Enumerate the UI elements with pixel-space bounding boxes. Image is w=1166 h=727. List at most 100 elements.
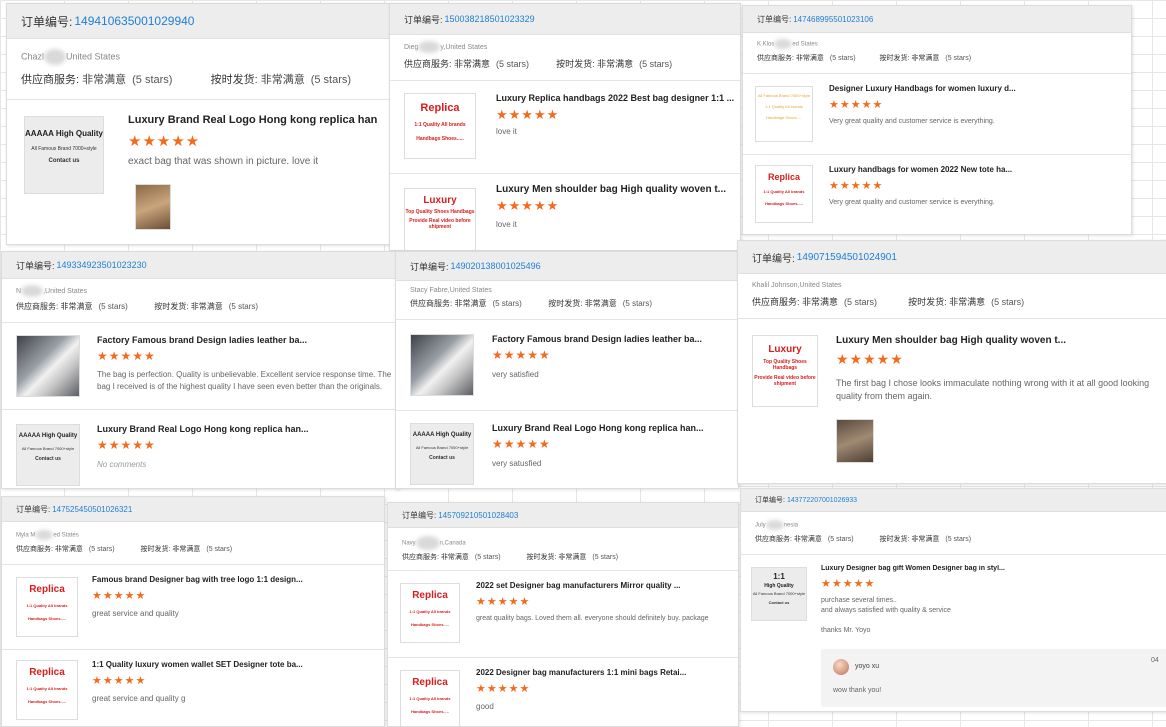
product-title-link[interactable]: 2022 Designer bag manufacturers 1:1 mini… xyxy=(476,668,696,677)
ratings-row: 供应商服务: 非常满意 (5 stars) 按时发货: 非常满意 (5 stars) xyxy=(410,299,653,308)
customer-name: July nesia xyxy=(741,520,1166,530)
product-title-link[interactable]: Luxury Brand Real Logo Hong kong replica… xyxy=(97,424,317,434)
customer-name: Dieg y,United States xyxy=(390,41,740,53)
order-number-link[interactable]: 150038218501023329 xyxy=(445,14,535,24)
rating-stars: ★★★★★ xyxy=(92,675,147,687)
product-thumbnail[interactable]: Replica 1:1 Quality All brands Handbags … xyxy=(400,583,460,643)
product-thumbnail[interactable]: Replica 1:1 Quality All brands Handbags … xyxy=(400,670,460,726)
order-header: 订单编号: 147525450501026321 xyxy=(2,497,384,522)
order-header: 订单编号: 147468995501023106 xyxy=(743,6,1131,33)
customer-name: Myla Med States xyxy=(2,530,384,540)
reply-text: wow thank you! xyxy=(833,687,882,694)
product-thumbnail[interactable]: 1:1 High Quality All Famous Brand 7000+s… xyxy=(751,567,807,621)
review-item: Replica 1:1 Quality All brands Handbags … xyxy=(743,154,1131,234)
ratings-row: 供应商服务: 非常满意 (5 stars) 按时发货: 非常满意 (5 stars) xyxy=(404,59,673,69)
product-title-link[interactable]: Luxury Replica handbags 2022 Best bag de… xyxy=(496,93,736,103)
rating-stars: ★★★★★ xyxy=(97,438,156,452)
order-header: 订单编号: 145709210501028403 xyxy=(388,503,738,528)
review-card: 订单编号: 150038218501023329 Dieg y,United Sta… xyxy=(389,3,741,251)
review-card: 订单编号: 147468995501023106 K Klos ed States … xyxy=(742,5,1132,235)
product-title-link[interactable]: Factory Famous brand Design ladies leath… xyxy=(492,334,712,344)
order-header: 订单编号: 149334923501023230 xyxy=(2,252,398,279)
product-title-link[interactable]: Luxury Designer bag gift Women Designer … xyxy=(821,565,1021,572)
avatar xyxy=(44,49,67,65)
review-card: 订单编号: 143772207001026933 July nesia 供应商服务:… xyxy=(740,488,1166,712)
order-number-link[interactable]: 147468995501023106 xyxy=(793,15,873,24)
review-card: 订单编号: 149020138001025496 Stacy Fabre,Unit… xyxy=(395,251,739,489)
product-title-link[interactable]: Luxury Brand Real Logo Hong kong replica… xyxy=(128,114,391,126)
review-comment: The first bag I chose looks immaculate n… xyxy=(836,378,1150,401)
review-item: Replica 1:1 Quality All brands Handbags … xyxy=(2,564,384,649)
review-item: Luxury Top Quality Shoes Handbags Provid… xyxy=(738,318,1166,479)
seller-reply: yoyo xu 04 wow thank you! xyxy=(821,649,1166,707)
review-card: 订单编号: 145709210501028403 Navy n,Canada 供应商… xyxy=(387,502,739,727)
review-comment-line: purchase several times.. xyxy=(821,597,897,604)
product-thumbnail[interactable]: AAAAA High Quality All Famous Brand 7000… xyxy=(410,423,474,485)
no-comments-text: No comments xyxy=(97,460,147,469)
review-item: AAAAA High Quality All Famous Brand 7000… xyxy=(2,409,398,488)
product-thumbnail[interactable]: All Famous Brand 7000+style 1:1 Quality … xyxy=(755,86,813,142)
product-thumbnail[interactable]: Luxury Top Quality Shoes Handbags Provid… xyxy=(404,188,476,250)
review-item: Replica 1:1 Quality All brands Handbags … xyxy=(388,657,738,726)
ratings-row: 供应商服务: 非常满意 (5 stars) 按时发货: 非常满意 (5 stars) xyxy=(402,554,619,561)
order-number-link[interactable]: 145709210501028403 xyxy=(438,511,518,520)
product-title-link[interactable]: Luxury Men shoulder bag High quality wov… xyxy=(496,184,736,195)
review-comment: very satusfied xyxy=(492,459,542,468)
rating-stars: ★★★★★ xyxy=(829,99,884,111)
review-comment: good xyxy=(476,702,494,711)
rating-stars: ★★★★★ xyxy=(836,351,904,367)
rating-stars: ★★★★★ xyxy=(492,437,551,451)
product-thumbnail[interactable] xyxy=(16,335,80,397)
product-title-link[interactable]: 1:1 Quality luxury women wallet SET Desi… xyxy=(92,660,322,669)
product-thumbnail[interactable]: Replica 1:1 Quality All brands Handbags … xyxy=(16,577,78,637)
product-thumbnail[interactable]: Replica 1:1 Quality All brands Handbags … xyxy=(755,165,813,223)
ratings-row: 供应商服务: 非常满意 (5 stars) 按时发货: 非常满意 (5 stars) xyxy=(752,297,1025,307)
rating-stars: ★★★★★ xyxy=(476,596,531,608)
customer-name: K Klos ed States xyxy=(743,39,1131,49)
order-number-link[interactable]: 143772207001026933 xyxy=(787,497,857,504)
review-comment: Very great quality and customer service … xyxy=(829,118,995,125)
rating-stars: ★★★★★ xyxy=(476,683,531,695)
review-comment-line: and always satisfied with quality & serv… xyxy=(821,607,951,614)
review-card: 订单编号: 149410635001029940 Chazl United Sta… xyxy=(6,3,392,245)
order-number-link[interactable]: 149020138001025496 xyxy=(451,261,541,271)
review-card: 订单编号: 149071594501024901 Khalil Johnson,U… xyxy=(737,240,1166,484)
review-item: Replica 1:1 Quality All brands Handbags … xyxy=(390,80,740,173)
order-number-link[interactable]: 149071594501024901 xyxy=(797,252,897,263)
review-item: Replica 1:1 Quality All brands Handbags … xyxy=(388,570,738,657)
product-title-link[interactable]: Designer Luxury Handbags for women luxur… xyxy=(829,84,1029,93)
product-title-link[interactable]: Famous brand Designer bag with tree logo… xyxy=(92,575,322,584)
ratings-row: 供应商服务: 非常满意 (5 stars) 按时发货: 非常满意 (5 stars) xyxy=(16,546,233,553)
product-thumbnail[interactable]: Replica 1:1 Quality All brands Handbags … xyxy=(404,93,476,159)
review-comment: great service and quality g xyxy=(92,694,186,703)
review-item: Factory Famous brand Design ladies leath… xyxy=(2,322,398,409)
order-label: 订单编号: xyxy=(21,14,73,29)
review-item: All Famous Brand 7000+style 1:1 Quality … xyxy=(743,73,1131,154)
rating-stars: ★★★★★ xyxy=(821,578,876,590)
product-title-link[interactable]: Factory Famous brand Design ladies leath… xyxy=(97,335,317,345)
ratings-row: 供应商服务: 非常满意 (5 stars) 按时发货: 非常满意 (5 stars) xyxy=(21,74,352,86)
customer-name: N ,United States xyxy=(2,285,398,297)
product-thumbnail[interactable]: Luxury Top Quality Shoes Handbags Provid… xyxy=(752,335,818,407)
product-thumbnail[interactable]: AAAAA High Quality All Famous Brand 7000… xyxy=(24,116,104,194)
review-photo[interactable] xyxy=(836,419,874,463)
order-number-link[interactable]: 147525450501026321 xyxy=(52,505,132,514)
review-photo[interactable] xyxy=(135,184,171,230)
product-thumbnail[interactable] xyxy=(410,334,474,396)
rating-stars: ★★★★★ xyxy=(128,133,201,150)
product-thumbnail[interactable]: AAAAA High Quality All Famous Brand 7000… xyxy=(16,424,80,486)
product-title-link[interactable]: 2022 set Designer bag manufacturers Mirr… xyxy=(476,581,696,590)
review-item: Factory Famous brand Design ladies leath… xyxy=(396,319,738,410)
product-thumbnail[interactable]: Replica 1:1 Quality All brands Handbags … xyxy=(16,660,78,720)
reply-author: yoyo xu xyxy=(855,663,880,670)
order-number-link[interactable]: 149334923501023230 xyxy=(57,260,147,270)
product-title-link[interactable]: Luxury Men shoulder bag High quality wov… xyxy=(836,335,1076,346)
order-header: 订单编号: 149020138001025496 xyxy=(396,252,738,281)
rating-stars: ★★★★★ xyxy=(97,349,156,363)
rating-stars: ★★★★★ xyxy=(496,198,560,213)
product-title-link[interactable]: Luxury Brand Real Logo Hong kong replica… xyxy=(492,423,712,433)
order-number-link[interactable]: 149410635001029940 xyxy=(74,14,194,28)
order-header: 订单编号: 149410635001029940 xyxy=(7,4,391,39)
review-comment: exact bag that was shown in picture. lov… xyxy=(128,156,319,167)
product-title-link[interactable]: Luxury handbags for women 2022 New tote … xyxy=(829,165,1029,174)
